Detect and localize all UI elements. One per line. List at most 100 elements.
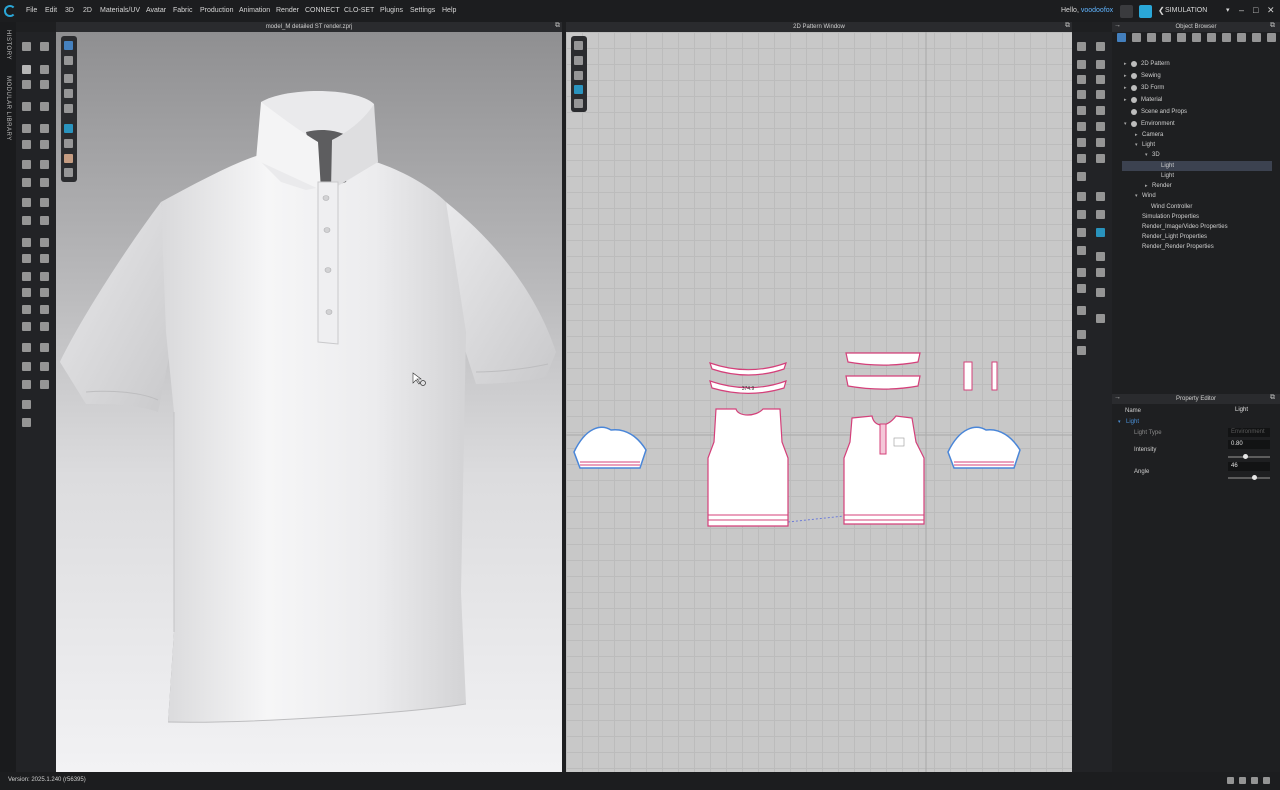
grid-view-icon[interactable] — [1251, 777, 1258, 784]
expand-arrow-icon[interactable]: ▸ — [1124, 73, 1127, 79]
expand-arrow-icon[interactable]: ▸ — [1145, 183, 1148, 189]
trace-line-icon[interactable] — [1077, 192, 1086, 201]
select-move-icon[interactable] — [22, 42, 31, 51]
text-edit-icon[interactable] — [1077, 284, 1086, 293]
view-mode-icon[interactable] — [64, 41, 73, 50]
zipper-tab-icon[interactable] — [1222, 33, 1231, 42]
pin-icon[interactable] — [40, 80, 49, 89]
curve-point-icon[interactable] — [1096, 75, 1105, 84]
internal-polygon-icon[interactable] — [1077, 106, 1086, 115]
tree-item-render-light[interactable]: Render_Light Properties — [1142, 234, 1207, 240]
name-value[interactable]: Light — [1232, 406, 1274, 415]
tree-item-wind[interactable]: Wind — [1142, 193, 1156, 199]
topstitch-2d-icon[interactable] — [1096, 228, 1105, 237]
menu-connect[interactable]: CONNECT — [305, 7, 340, 14]
garment-display-icon[interactable] — [574, 99, 583, 108]
minimize-icon[interactable]: – — [1239, 5, 1244, 15]
edit-point-icon[interactable] — [1096, 60, 1105, 69]
pattern-display-icon[interactable] — [64, 124, 73, 133]
texture-icon[interactable] — [40, 305, 49, 314]
graphic-icon[interactable] — [22, 305, 31, 314]
history-tab[interactable]: HISTORY — [5, 30, 11, 60]
expand-arrow-icon[interactable]: ▸ — [1124, 97, 1127, 103]
button-tool-icon[interactable] — [40, 238, 49, 247]
2d-pattern-viewport[interactable]: 374.9 — [566, 32, 1072, 772]
menu-help[interactable]: Help — [442, 7, 456, 14]
shirring-icon[interactable] — [40, 288, 49, 297]
fold-icon[interactable] — [40, 42, 49, 51]
ruler-icon[interactable] — [1077, 246, 1086, 255]
shoes-icon[interactable] — [22, 400, 31, 409]
fabric-display-icon[interactable] — [64, 89, 73, 98]
collapse-arrow-icon[interactable]: ▾ — [1135, 142, 1138, 148]
arrange-icon[interactable] — [22, 178, 31, 187]
reset-icon[interactable] — [40, 178, 49, 187]
add-point-icon[interactable] — [1077, 75, 1086, 84]
tree-item-scene-and-props[interactable]: Scene and Props — [1141, 109, 1187, 115]
edit-pattern-icon[interactable] — [1077, 60, 1086, 69]
collapse-arrow-icon[interactable]: → — [1114, 22, 1121, 29]
menu-materials-uv[interactable]: Materials/UV — [100, 7, 140, 14]
info-icon[interactable] — [574, 71, 583, 80]
intensity-slider[interactable] — [1228, 454, 1270, 459]
pin-2d-icon[interactable] — [1096, 192, 1105, 201]
clo-set-icon[interactable] — [1139, 5, 1152, 18]
menu-edit[interactable]: Edit — [45, 7, 57, 14]
weld-icon[interactable] — [22, 216, 31, 225]
puckering-tab-icon[interactable] — [1207, 33, 1216, 42]
topstitch-icon[interactable] — [22, 272, 31, 281]
pose-icon[interactable] — [40, 380, 49, 389]
fold-arrangement-icon[interactable] — [1096, 288, 1105, 297]
app-logo-icon[interactable] — [4, 5, 16, 17]
layout-icon[interactable] — [1227, 777, 1234, 784]
menu-3d[interactable]: 3D — [65, 7, 74, 14]
menu-render[interactable]: Render — [276, 7, 299, 14]
expand-arrow-icon[interactable]: ▸ — [1124, 61, 1127, 67]
menu-avatar[interactable]: Avatar — [146, 7, 166, 14]
hanger-icon[interactable] — [40, 322, 49, 331]
pen-icon[interactable] — [22, 140, 31, 149]
segment-sewing-2d-icon[interactable] — [1077, 138, 1086, 147]
modular-library-tab[interactable]: MODULAR LIBRARY — [5, 76, 11, 141]
free-sewing-icon[interactable] — [40, 124, 49, 133]
fabric-icon[interactable] — [40, 160, 49, 169]
tree-item-light-selected[interactable]: Light — [1161, 163, 1174, 169]
tape-icon[interactable] — [22, 362, 31, 371]
print-layout-icon[interactable] — [1077, 306, 1086, 315]
fabric-tab-icon[interactable] — [1132, 33, 1141, 42]
tree-item-2d-pattern[interactable]: 2D Pattern — [1141, 61, 1170, 67]
strain-map-icon[interactable] — [40, 343, 49, 352]
rectangle-icon[interactable] — [1096, 90, 1105, 99]
collapse-arrow-icon[interactable]: ▾ — [1135, 193, 1138, 199]
uv-icon[interactable] — [1077, 346, 1086, 355]
edit-curvature-icon[interactable] — [1096, 42, 1105, 51]
measure-2d-icon[interactable] — [1096, 210, 1105, 219]
fit-map-icon[interactable] — [22, 343, 31, 352]
tree-item-render-render[interactable]: Render_Render Properties — [1142, 244, 1214, 250]
tack-icon[interactable] — [22, 102, 31, 111]
avatar-icon[interactable] — [22, 322, 31, 331]
graphic-tab-icon[interactable] — [1147, 33, 1156, 42]
tree-item-3d[interactable]: 3D — [1152, 152, 1160, 158]
shirt-icon[interactable] — [1096, 154, 1105, 163]
intensity-input[interactable]: 0.80 — [1228, 440, 1270, 449]
dart-icon[interactable] — [1096, 106, 1105, 115]
pattern-display-icon[interactable] — [574, 56, 583, 65]
topstitch-tab-icon[interactable] — [1192, 33, 1201, 42]
tree-item-simulation-properties[interactable]: Simulation Properties — [1142, 214, 1199, 220]
tree-item-wind-controller[interactable]: Wind Controller — [1151, 204, 1192, 210]
brush-icon[interactable] — [22, 80, 31, 89]
collapse-arrow-icon[interactable]: ▾ — [1118, 419, 1121, 425]
zipper-icon[interactable] — [22, 238, 31, 247]
collapse-arrow-icon[interactable]: ▾ — [1124, 121, 1127, 127]
edit-avatar-icon[interactable] — [22, 380, 31, 389]
split-view-icon[interactable] — [1239, 777, 1246, 784]
measure-icon[interactable] — [40, 102, 49, 111]
garment-display-icon[interactable] — [64, 74, 73, 83]
list-icon[interactable] — [1117, 33, 1126, 42]
intensity-slider-knob[interactable] — [1242, 454, 1248, 459]
chevron-down-icon[interactable]: ▾ — [1226, 6, 1230, 14]
fabric-display-icon[interactable] — [574, 85, 583, 94]
piping-icon[interactable] — [40, 272, 49, 281]
skin-display-icon[interactable] — [64, 104, 73, 113]
